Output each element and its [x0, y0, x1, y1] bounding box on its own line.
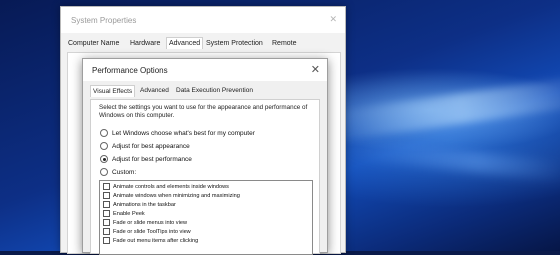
system-properties-titlebar[interactable]: System Properties ✕	[61, 7, 345, 33]
performance-options-dialog: Performance Options ✕ Visual Effects Adv…	[82, 58, 328, 255]
checkbox-label: Animations in the taskbar	[113, 201, 176, 208]
radio-label: Custom:	[112, 168, 137, 176]
performance-options-titlebar[interactable]: Performance Options ✕	[83, 59, 327, 81]
checkbox-label: Fade out menu items after clicking	[113, 237, 199, 244]
checkbox[interactable]	[103, 201, 110, 208]
list-item[interactable]: Animate controls and elements inside win…	[103, 183, 229, 190]
radio-label: Let Windows choose what's best for my co…	[112, 129, 255, 137]
close-icon[interactable]: ✕	[311, 63, 320, 76]
wallpaper-light-beam	[339, 138, 560, 182]
checkbox-label: Fade or slide ToolTips into view	[113, 228, 191, 235]
tab-system-protection[interactable]: System Protection	[205, 39, 264, 48]
tab-remote[interactable]: Remote	[271, 39, 298, 48]
checkbox-label: Enable Peek	[113, 210, 145, 217]
close-icon[interactable]: ✕	[329, 14, 337, 25]
list-item[interactable]: Fade out menu items after clicking	[103, 237, 198, 244]
description-text: Select the settings you want to use for …	[99, 104, 308, 119]
list-item[interactable]: Fade or slide ToolTips into view	[103, 228, 191, 235]
checkbox-label: Animate windows when minimizing and maxi…	[113, 192, 240, 199]
visual-effects-panel: Select the settings you want to use for …	[90, 99, 320, 255]
list-item[interactable]: Enable Peek	[103, 210, 145, 217]
radio-best-performance[interactable]: Adjust for best performance	[100, 154, 192, 164]
checkbox-label: Animate controls and elements inside win…	[113, 183, 229, 190]
radio-button[interactable]	[100, 142, 108, 150]
dialog-title: Performance Options	[92, 66, 168, 75]
tab-advanced[interactable]: Advanced	[139, 86, 170, 95]
list-item[interactable]: Fade or slide menus into view	[103, 219, 187, 226]
checkbox[interactable]	[103, 210, 110, 217]
list-item[interactable]: Animate windows when minimizing and maxi…	[103, 192, 240, 199]
wallpaper-light-beam	[329, 78, 560, 142]
tab-hardware[interactable]: Hardware	[129, 39, 161, 48]
custom-effects-list[interactable]: Animate controls and elements inside win…	[99, 180, 313, 255]
radio-button[interactable]	[100, 168, 108, 176]
checkbox[interactable]	[103, 237, 110, 244]
radio-custom[interactable]: Custom:	[100, 167, 136, 177]
window-title: System Properties	[71, 16, 137, 25]
checkbox[interactable]	[103, 192, 110, 199]
checkbox[interactable]	[103, 228, 110, 235]
list-item[interactable]: Animations in the taskbar	[103, 201, 176, 208]
radio-button[interactable]	[100, 129, 108, 137]
tab-advanced[interactable]: Advanced	[166, 37, 204, 49]
checkbox-label: Fade or slide menus into view	[113, 219, 187, 226]
tab-visual-effects[interactable]: Visual Effects	[90, 85, 136, 97]
tab-computer-name[interactable]: Computer Name	[67, 39, 120, 48]
radio-best-appearance[interactable]: Adjust for best appearance	[100, 141, 190, 151]
radio-label: Adjust for best performance	[112, 155, 192, 163]
tab-data-execution-prevention[interactable]: Data Execution Prevention	[175, 86, 254, 95]
radio-label: Adjust for best appearance	[112, 142, 190, 150]
checkbox[interactable]	[103, 183, 110, 190]
radio-let-windows-choose[interactable]: Let Windows choose what's best for my co…	[100, 128, 255, 138]
radio-button-selected[interactable]	[100, 155, 108, 163]
checkbox[interactable]	[103, 219, 110, 226]
